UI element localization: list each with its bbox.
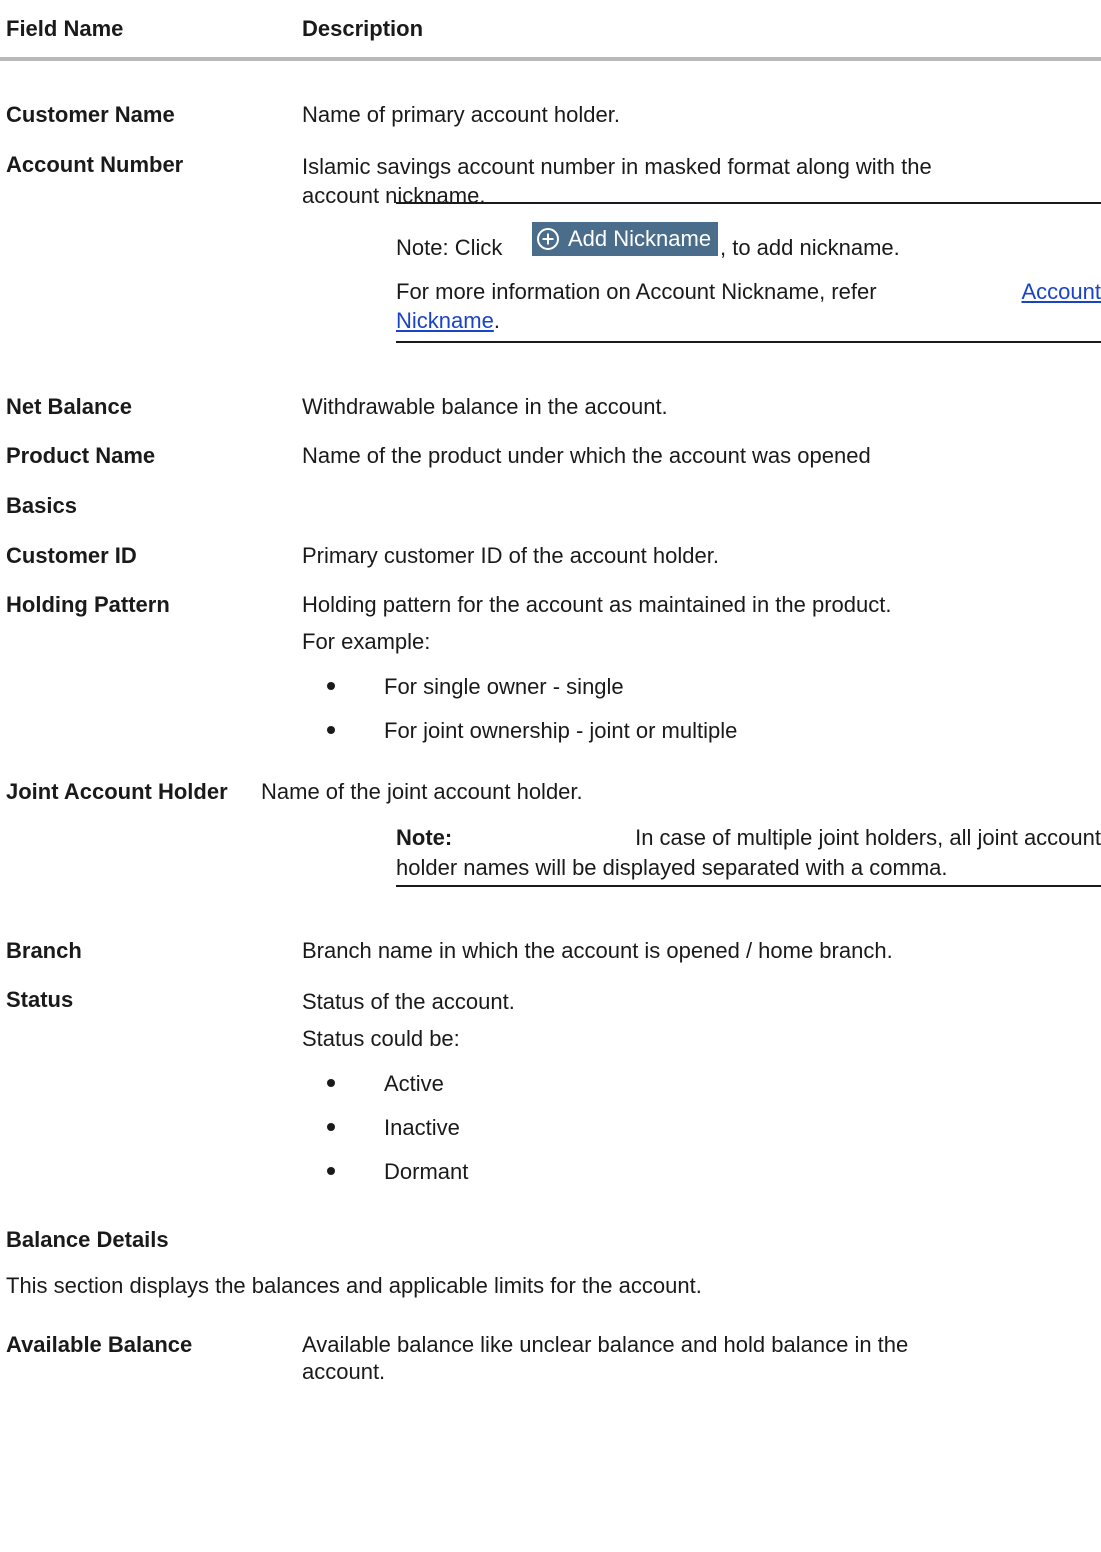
label-holding-pattern: Holding Pattern [6, 592, 170, 617]
holding-bullet-1: For single owner - single [384, 674, 624, 699]
bullet-dot [327, 1123, 335, 1131]
desc-branch: Branch name in which the account is open… [302, 938, 893, 963]
status-bullet-active: Active [384, 1071, 444, 1096]
desc-net-balance: Withdrawable balance in the account. [302, 394, 668, 419]
desc-status: Status of the account. [302, 989, 515, 1014]
desc-product-name: Name of the product under which the acco… [302, 443, 871, 468]
note-info-period: . [493, 308, 500, 333]
label-status: Status [6, 987, 74, 1012]
label-basics: Basics [6, 493, 77, 518]
label-account-number: Account Number [6, 152, 184, 177]
add-nickname-button[interactable]: Add Nickname [532, 222, 718, 256]
label-customer-name: Customer Name [6, 102, 175, 127]
desc-joint-holder: Name of the joint account holder. [261, 779, 583, 804]
label-available-balance: Available Balance [6, 1332, 193, 1357]
joint-note-rest: In case of multiple joint holders, all j… [635, 825, 1101, 850]
joint-note-line2: holder names will be displayed separated… [396, 855, 948, 880]
status-could-be: Status could be: [302, 1026, 460, 1051]
account-nickname-link-part2[interactable]: Nickname [396, 308, 494, 333]
balance-details-intro: This section displays the balances and a… [6, 1273, 702, 1298]
note-top-rule [396, 202, 1101, 204]
joint-note-rule [396, 885, 1101, 887]
balance-details-heading: Balance Details [6, 1227, 169, 1252]
desc-available-balance-2: account. [302, 1359, 386, 1384]
note-info-line2: Nickname. [396, 305, 500, 336]
note-click-suffix: , to add nickname. [720, 235, 900, 260]
note-bottom-rule [396, 341, 1101, 343]
joint-note-line1: Note: In case of multiple joint holders,… [396, 822, 1101, 853]
desc-account-number-1: Islamic savings account number in masked… [302, 154, 932, 179]
label-joint-holder: Joint Account Holder [6, 779, 228, 804]
desc-customer-id: Primary customer ID of the account holde… [302, 543, 719, 568]
status-bullet-inactive: Inactive [384, 1115, 460, 1140]
plus-circle-icon [537, 228, 559, 250]
label-customer-id: Customer ID [6, 543, 137, 568]
label-branch: Branch [6, 938, 82, 963]
holding-bullet-2: For joint ownership - joint or multiple [384, 718, 738, 743]
desc-customer-name: Name of primary account holder. [302, 102, 620, 127]
bullet-dot [327, 1167, 335, 1175]
label-product-name: Product Name [6, 443, 156, 468]
header-description: Description [302, 16, 424, 41]
account-nickname-link-part1[interactable]: Account [1022, 276, 1101, 307]
bullet-dot [327, 726, 335, 734]
bullet-dot [327, 682, 335, 690]
desc-account-number-2: account nickname. [302, 183, 486, 208]
note-info-line1: For more information on Account Nickname… [396, 276, 1101, 307]
label-net-balance: Net Balance [6, 394, 132, 419]
header-divider [0, 57, 1101, 61]
note-info-text: For more information on Account Nickname… [396, 279, 877, 304]
desc-holding-pattern: Holding pattern for the account as maint… [302, 592, 892, 617]
note-click-prefix: Note: Click [396, 235, 503, 260]
bullet-dot [327, 1079, 335, 1087]
status-bullet-dormant: Dormant [384, 1159, 469, 1184]
add-nickname-label: Add Nickname [568, 226, 712, 251]
joint-note-bold: Note: [396, 825, 453, 850]
holding-example: For example: [302, 629, 431, 654]
header-field-name: Field Name [6, 16, 124, 41]
desc-available-balance-1: Available balance like unclear balance a… [302, 1332, 909, 1357]
